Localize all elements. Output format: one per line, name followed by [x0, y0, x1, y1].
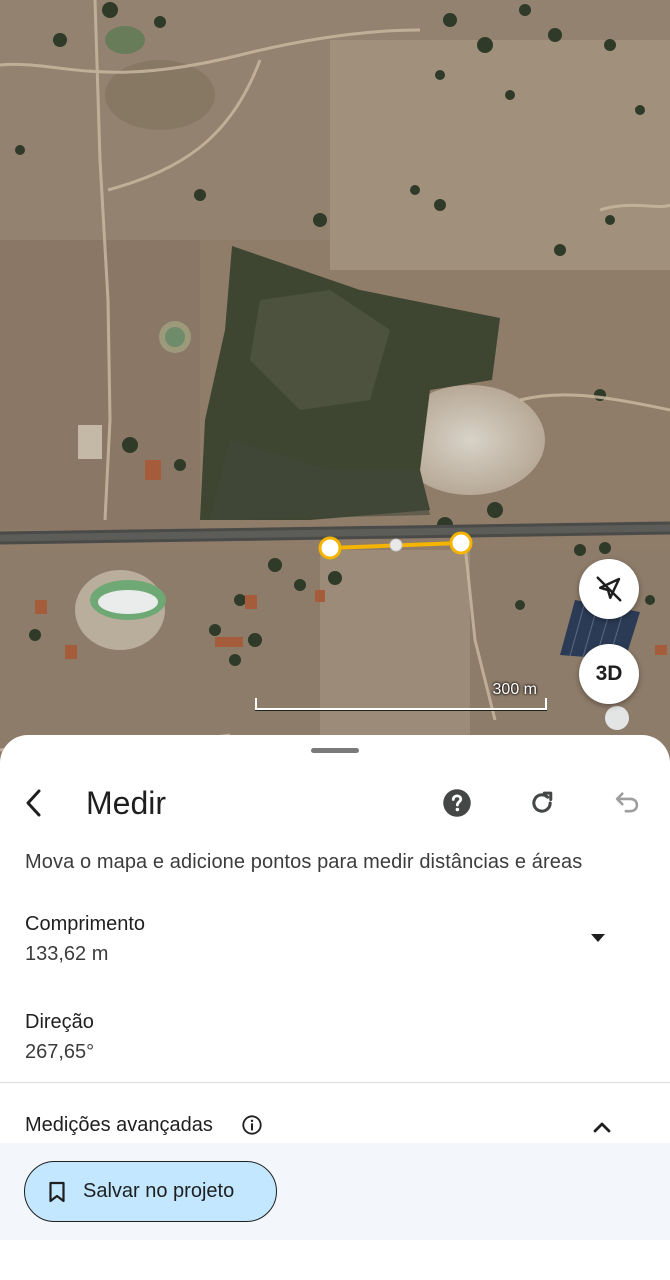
undo-icon	[615, 792, 639, 813]
sheet-footer: Salvar no projeto	[0, 1143, 670, 1240]
satellite-map[interactable]: 3D 300 m	[0, 0, 670, 770]
undo-button[interactable]	[605, 781, 649, 825]
scale-bar	[255, 698, 547, 711]
chevron-down-icon	[591, 934, 605, 942]
compass-off-icon	[596, 576, 622, 602]
direction-label: Direção	[25, 1011, 94, 1033]
section-divider	[0, 1082, 670, 1083]
length-unit-dropdown[interactable]	[578, 925, 618, 951]
save-to-project-button[interactable]: Salvar no projeto	[24, 1161, 277, 1222]
help-button[interactable]	[435, 781, 479, 825]
length-value: 133,62 m	[25, 943, 109, 965]
help-circle-icon	[443, 789, 471, 817]
page-title: Medir	[86, 785, 167, 821]
info-icon[interactable]	[241, 1114, 263, 1136]
advanced-measurements-toggle[interactable]: Medições avançadas	[0, 1107, 670, 1147]
measure-point-start	[318, 536, 342, 560]
measure-instructions: Mova o mapa e adicione pontos para medir…	[25, 851, 583, 873]
chevron-up-icon	[593, 1122, 611, 1133]
compass-button[interactable]	[579, 559, 639, 619]
advanced-measurements-label: Medições avançadas	[25, 1114, 213, 1136]
refresh-icon	[532, 791, 553, 813]
bookmark-icon	[48, 1181, 66, 1203]
toggle-3d-label: 3D	[595, 662, 623, 685]
direction-value: 267,65°	[25, 1041, 95, 1063]
toggle-3d-button[interactable]: 3D	[579, 644, 639, 704]
measure-point-end	[449, 531, 473, 555]
save-to-project-label: Salvar no projeto	[83, 1180, 235, 1202]
measure-header: Medir	[0, 775, 670, 831]
back-button[interactable]	[14, 781, 54, 825]
satellite-imagery	[0, 0, 670, 770]
scale-label: 300 m	[492, 681, 537, 698]
advanced-collapse-button[interactable]	[582, 1113, 622, 1141]
measure-midpoint	[389, 538, 403, 552]
arrow-back-icon	[26, 789, 41, 817]
refresh-button[interactable]	[520, 781, 564, 825]
measure-sheet: Medir Mova o mapa e adicione pontos para…	[0, 735, 670, 1280]
sheet-drag-handle[interactable]	[311, 748, 359, 753]
length-label: Comprimento	[25, 913, 146, 935]
map-scale: 300 m	[255, 680, 547, 711]
